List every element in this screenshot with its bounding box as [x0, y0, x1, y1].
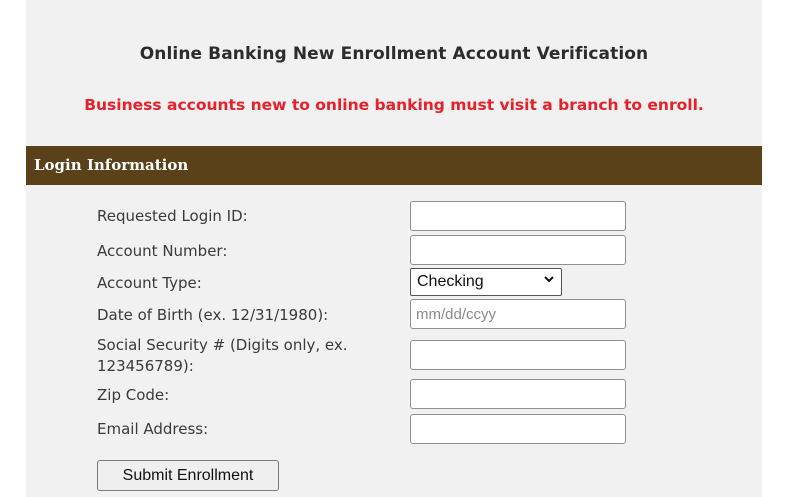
account-type-label: Account Type:: [97, 274, 202, 292]
account-number-input[interactable]: [410, 235, 626, 265]
section-header-bar: Login Information: [26, 146, 762, 185]
section-title: Login Information: [34, 156, 189, 174]
login-id-label: Requested Login ID:: [97, 207, 248, 225]
chevron-down-icon: [544, 276, 554, 283]
account-type-value: Checking: [417, 273, 484, 290]
login-id-input[interactable]: [410, 201, 626, 231]
page-title: Online Banking New Enrollment Account Ve…: [139, 44, 649, 64]
email-label: Email Address:: [97, 420, 209, 438]
account-number-label: Account Number:: [97, 242, 228, 260]
dob-label: Date of Birth (ex. 12/31/1980):: [97, 306, 329, 324]
account-type-select[interactable]: Checking: [410, 268, 562, 296]
dob-input[interactable]: [410, 299, 626, 329]
submit-enrollment-button[interactable]: Submit Enrollment: [97, 460, 279, 491]
ssn-input[interactable]: [410, 340, 626, 370]
email-input[interactable]: [410, 414, 626, 444]
ssn-label-line2: 123456789):: [97, 357, 194, 375]
zip-label: Zip Code:: [97, 386, 170, 404]
business-warning: Business accounts new to online banking …: [84, 96, 704, 114]
zip-input[interactable]: [410, 379, 626, 409]
ssn-label-line1: Social Security # (Digits only, ex.: [97, 336, 348, 354]
